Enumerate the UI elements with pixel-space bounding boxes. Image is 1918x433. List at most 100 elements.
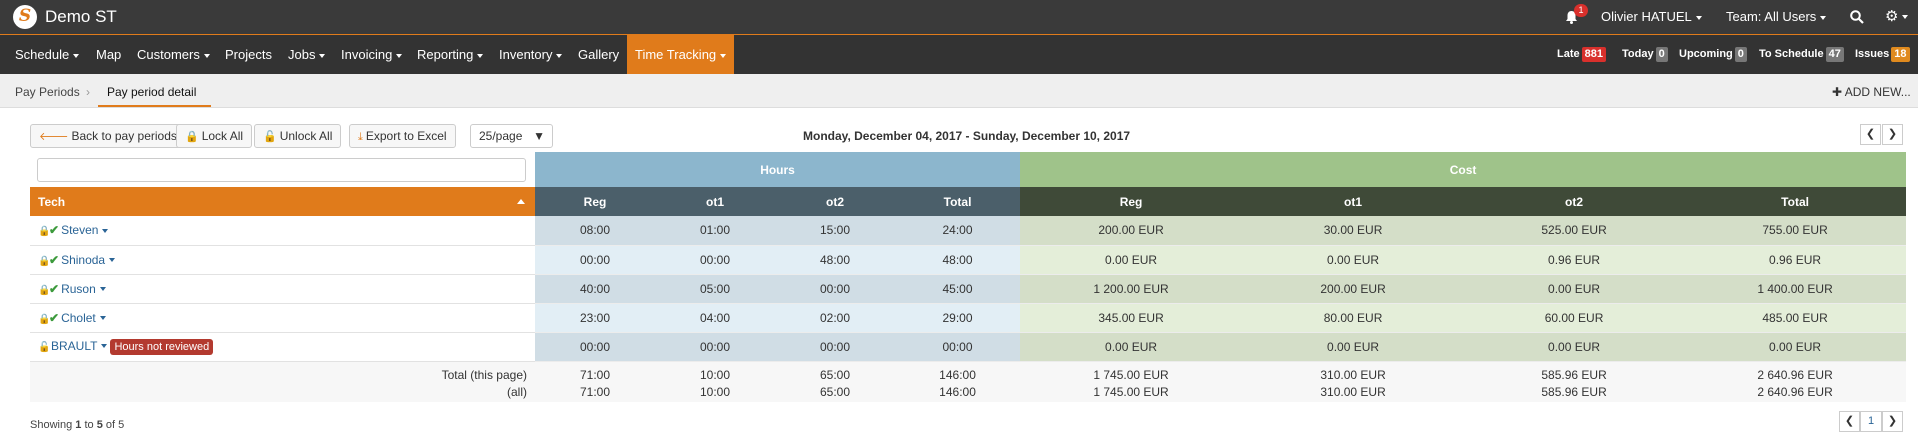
hours-total-cell: 48:00 <box>895 245 1021 275</box>
total-cell: 10:00 <box>655 381 775 402</box>
nav-schedule[interactable]: Schedule <box>15 35 79 74</box>
cost-ot1-cell: 30.00 EUR <box>1242 216 1465 246</box>
nav-inventory[interactable]: Inventory <box>499 35 562 74</box>
lock-icon[interactable]: 🔒 <box>38 256 50 267</box>
cost-ot1-cell: 0.00 EUR <box>1242 332 1465 362</box>
back-to-pay-periods-button[interactable]: 🡐 Back to pay periods <box>30 124 186 148</box>
cost-ot1-cell: 0.00 EUR <box>1242 245 1465 275</box>
hours-ot1-cell[interactable]: 04:00 <box>655 303 775 333</box>
hours-ot2-cell[interactable]: 15:00 <box>775 216 895 246</box>
total-label: Total (this page) <box>30 361 535 382</box>
tech-link[interactable]: Cholet <box>61 311 106 325</box>
nav-invoicing[interactable]: Invoicing <box>341 35 402 74</box>
app-logo-icon[interactable]: S <box>13 5 37 29</box>
main-content: 🡐 Back to pay periods 🔒 Lock All 🔓 Unlock A… <box>0 108 1918 433</box>
hours-reg-cell[interactable]: 40:00 <box>535 274 655 304</box>
nav-customers[interactable]: Customers <box>137 35 210 74</box>
unlock-icon: 🔓 <box>263 131 277 143</box>
col-hours-ot1[interactable]: ot1 <box>655 187 775 216</box>
hours-total-cell: 00:00 <box>895 332 1021 362</box>
top-bar: S Demo ST 1 Olivier HATUEL Team: All Use… <box>0 0 1918 35</box>
hours-ot2-cell[interactable]: 00:00 <box>775 332 895 362</box>
nav-jobs[interactable]: Jobs <box>288 35 325 74</box>
hours-ot1-cell[interactable]: 00:00 <box>655 332 775 362</box>
total-cell: 585.96 EUR <box>1464 381 1685 402</box>
total-cell: 65:00 <box>775 361 895 382</box>
tech-link[interactable]: Steven <box>61 223 108 237</box>
hours-ot2-cell[interactable]: 02:00 <box>775 303 895 333</box>
counter-today[interactable]: Today 0 <box>1622 47 1668 62</box>
col-tech-header[interactable]: Tech <box>30 187 535 216</box>
total-cell: 585.96 EUR <box>1464 361 1685 382</box>
cost-reg-cell: 0.00 EUR <box>1020 245 1243 275</box>
col-cost-reg[interactable]: Reg <box>1020 187 1243 216</box>
hours-ot1-cell[interactable]: 01:00 <box>655 216 775 246</box>
col-cost-total[interactable]: Total <box>1684 187 1907 216</box>
nav-time-tracking[interactable]: Time Tracking <box>627 35 734 74</box>
plus-icon: ✚ <box>1832 85 1845 99</box>
table-row: 🔓BRAULT Hours not reviewed 00:00 00:00 00… <box>30 332 1907 362</box>
cost-total-cell: 755.00 EUR <box>1684 216 1907 246</box>
col-hours-total[interactable]: Total <box>895 187 1021 216</box>
page-number-button[interactable]: 1 <box>1860 411 1882 432</box>
user-menu[interactable]: Olivier HATUEL <box>1601 9 1702 24</box>
tech-link[interactable]: Shinoda <box>61 253 115 267</box>
total-label: (all) <box>30 381 535 402</box>
unlock-icon[interactable]: 🔓 <box>38 342 50 353</box>
team-selector[interactable]: Team: All Users <box>1726 9 1826 24</box>
unlock-all-button[interactable]: 🔓 Unlock All <box>254 124 342 148</box>
arrow-left-icon: 🡐 <box>39 131 69 143</box>
counter-upcoming[interactable]: Upcoming 0 <box>1679 47 1747 62</box>
cost-ot1-cell: 200.00 EUR <box>1242 274 1465 304</box>
cost-reg-cell: 200.00 EUR <box>1020 216 1243 246</box>
hours-reg-cell[interactable]: 00:00 <box>535 245 655 275</box>
hours-ot1-cell[interactable]: 05:00 <box>655 274 775 304</box>
col-hours-ot2[interactable]: ot2 <box>775 187 895 216</box>
lock-all-button[interactable]: 🔒 Lock All <box>176 124 253 148</box>
breadcrumb-pay-periods[interactable]: Pay Periods <box>15 85 80 99</box>
caret-down-icon: ▼ <box>533 129 545 143</box>
cost-total-cell: 0.96 EUR <box>1684 245 1907 275</box>
hours-ot2-cell[interactable]: 00:00 <box>775 274 895 304</box>
lock-icon[interactable]: 🔒 <box>38 285 50 296</box>
breadcrumb: Pay Periods › Pay period detail ✚ ADD NE… <box>0 74 1918 108</box>
nav-gallery[interactable]: Gallery <box>578 35 619 74</box>
period-title: Monday, December 04, 2017 - Sunday, Dece… <box>803 129 1131 143</box>
prev-period-button[interactable]: ❮ <box>1860 124 1881 145</box>
lock-icon[interactable]: 🔒 <box>38 226 50 237</box>
app-title[interactable]: Demo ST <box>45 7 117 27</box>
export-to-excel-button[interactable]: ⤓ Export to Excel <box>349 124 456 148</box>
col-cost-ot1[interactable]: ot1 <box>1242 187 1465 216</box>
counter-to-schedule[interactable]: To Schedule 47 <box>1759 47 1844 62</box>
nav-reporting[interactable]: Reporting <box>417 35 483 74</box>
search-icon[interactable] <box>1850 10 1864 24</box>
col-cost-ot2[interactable]: ot2 <box>1464 187 1685 216</box>
col-hours-reg[interactable]: Reg <box>535 187 655 216</box>
counter-late-badge: 881 <box>1581 47 1606 62</box>
hours-ot2-cell[interactable]: 48:00 <box>775 245 895 275</box>
prev-page-button[interactable]: ❮ <box>1839 411 1860 432</box>
tech-link[interactable]: BRAULT <box>51 339 107 353</box>
counter-issues[interactable]: Issues 18 <box>1855 47 1910 62</box>
check-icon: ✔ <box>49 223 60 238</box>
cost-reg-cell: 1 200.00 EUR <box>1020 274 1243 304</box>
next-page-button[interactable]: ❯ <box>1882 411 1903 432</box>
counter-issues-badge: 18 <box>1891 47 1910 62</box>
counter-late[interactable]: Late 881 <box>1557 47 1606 62</box>
next-period-button[interactable]: ❯ <box>1882 124 1903 145</box>
sort-asc-icon <box>517 199 525 204</box>
tech-filter-input[interactable] <box>37 157 526 182</box>
hours-ot1-cell[interactable]: 00:00 <box>655 245 775 275</box>
hours-reg-cell[interactable]: 08:00 <box>535 216 655 246</box>
lock-icon[interactable]: 🔒 <box>38 314 50 325</box>
hours-reg-cell[interactable]: 23:00 <box>535 303 655 333</box>
breadcrumb-chevron-icon: › <box>86 85 90 99</box>
hours-reg-cell[interactable]: 00:00 <box>535 332 655 362</box>
tech-link[interactable]: Ruson <box>61 282 106 296</box>
add-new-button[interactable]: ✚ ADD NEW... <box>1832 85 1911 99</box>
per-page-select[interactable]: 25/page ▼ <box>470 124 553 148</box>
table-row: 🔒✔ Shinoda 00:00 00:00 48:00 48:00 0.00 E… <box>30 245 1907 275</box>
nav-projects[interactable]: Projects <box>225 35 272 74</box>
nav-map[interactable]: Map <box>96 35 121 74</box>
settings-gear-icon[interactable]: ⚙ <box>1885 7 1908 25</box>
